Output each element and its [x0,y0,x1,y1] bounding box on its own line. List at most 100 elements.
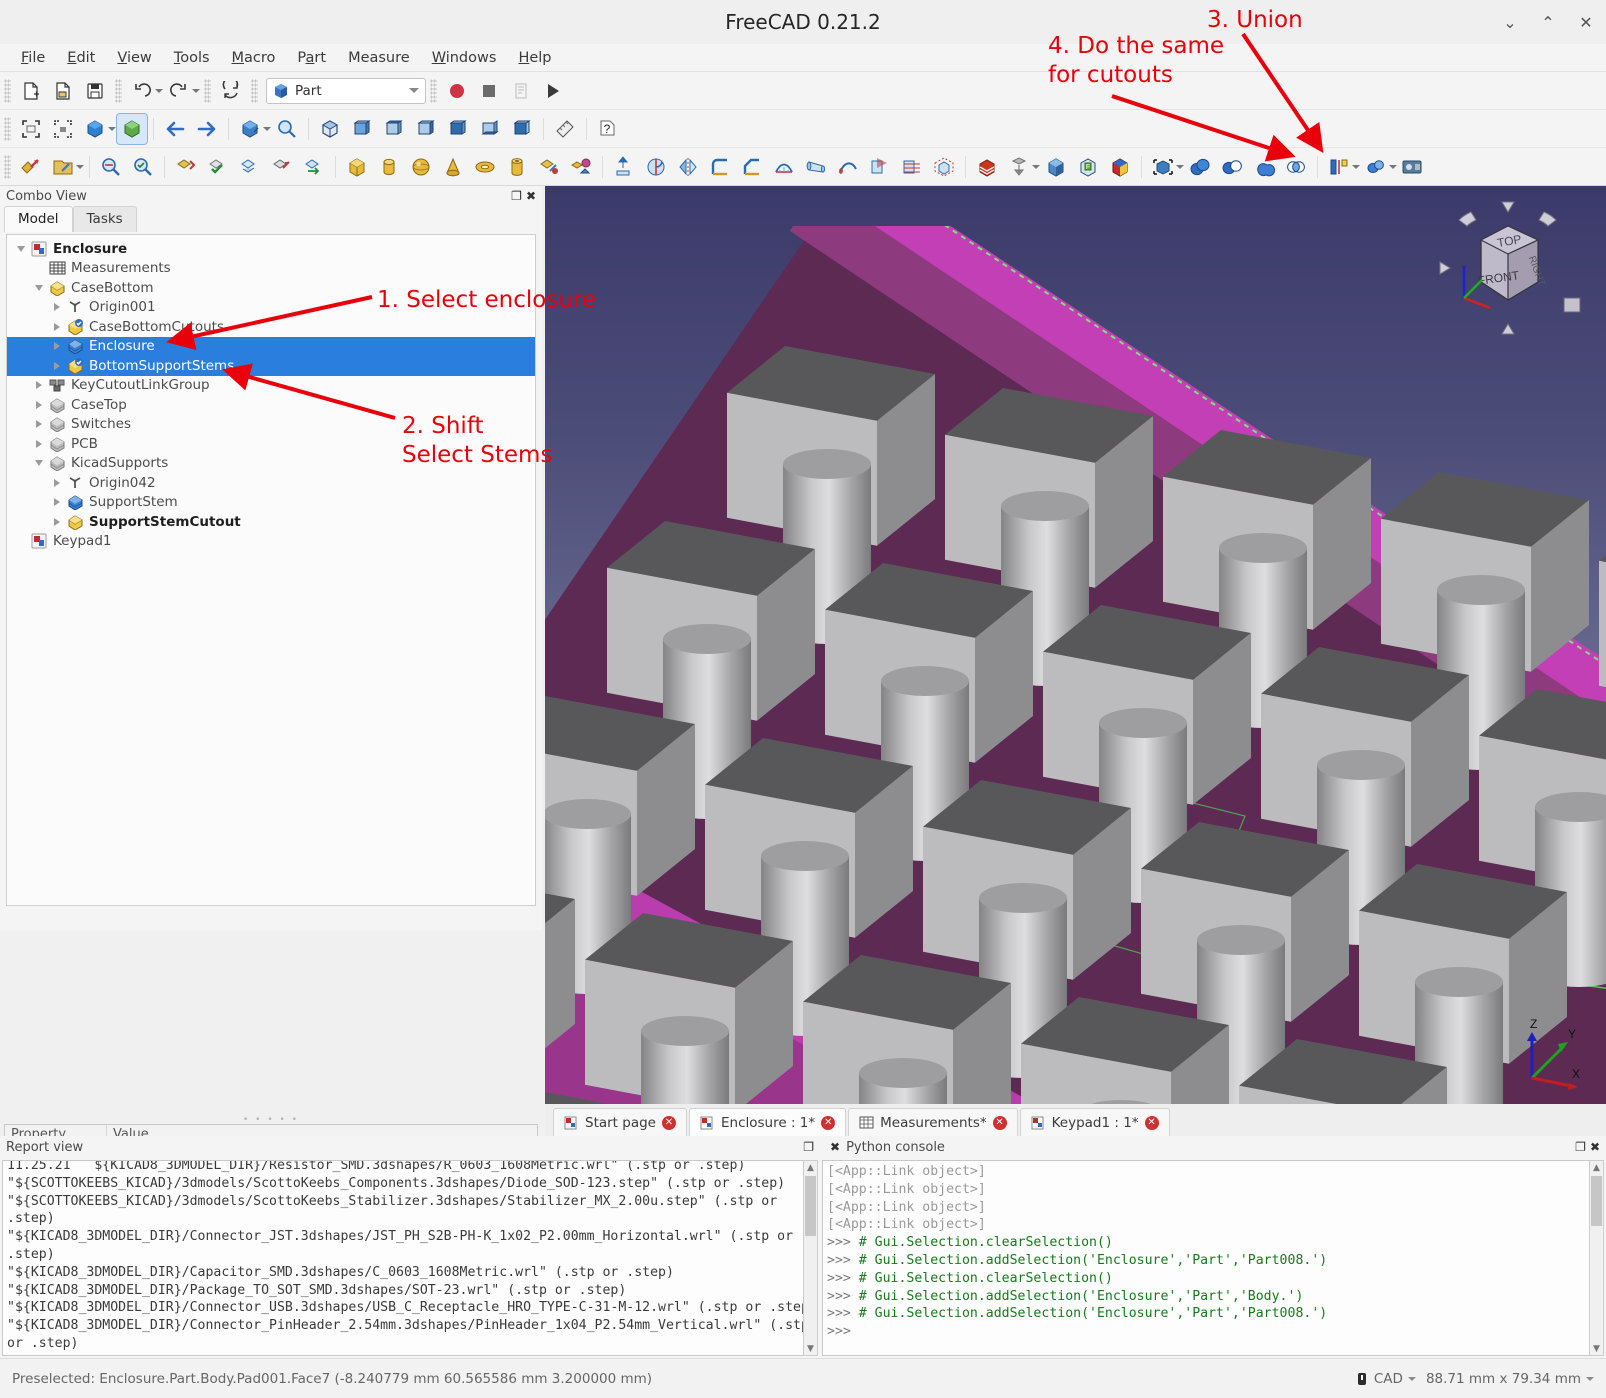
tree-item-supportstem[interactable]: SupportStem [7,493,535,513]
menu-view[interactable]: View [106,47,162,69]
report-scrollbar[interactable]: ▲ ▼ [803,1160,818,1356]
right-view-icon[interactable] [411,114,441,144]
axonometric-icon[interactable] [315,114,345,144]
tree-expander[interactable] [49,298,65,317]
tree-expander[interactable] [31,454,47,473]
tree-expander[interactable] [31,415,47,434]
open-document-icon[interactable] [48,76,78,106]
offset-3d-icon[interactable] [929,152,959,182]
toolbar-grip-refresh[interactable] [204,78,211,103]
std-view-icon[interactable] [235,114,265,144]
thickness-icon[interactable] [972,152,1002,182]
close-icon[interactable]: ✕ [1576,13,1596,32]
import-icon[interactable] [16,152,46,182]
tree-expander[interactable] [49,493,65,512]
menu-windows[interactable]: Windows [421,47,508,69]
mdi-tab-measurements[interactable]: Measurements* ✕ [848,1108,1018,1136]
sweep-icon[interactable] [833,152,863,182]
tree-item-origin042[interactable]: Origin042 [7,473,535,493]
scroll-up-icon[interactable]: ▲ [1590,1161,1603,1174]
toolbar-grip-workbench[interactable] [251,78,258,103]
tree-expander[interactable] [13,532,29,551]
macro-edit-icon[interactable] [506,76,536,106]
close-python-icon[interactable]: ✖ [1590,1140,1600,1154]
color-cube-icon[interactable] [1105,152,1135,182]
tree-item-enclosure[interactable]: Enclosure [7,239,535,259]
toolbar-grip-part[interactable] [4,154,11,179]
menu-measure[interactable]: Measure [337,47,421,69]
rear-view-icon[interactable] [443,114,473,144]
bounding-box-icon[interactable] [1148,152,1178,182]
tree-item-keypad1[interactable]: Keypad1 [7,532,535,552]
maximize-icon[interactable]: ⌃ [1538,13,1558,32]
cross-sections-icon[interactable] [897,152,927,182]
fit-selection-icon[interactable] [48,114,78,144]
close-tab-icon[interactable]: ✕ [821,1115,836,1130]
tube-icon[interactable] [502,152,532,182]
float-python-icon[interactable]: ❐ [1575,1140,1586,1154]
common-icon[interactable] [1281,152,1311,182]
chevron-down-icon[interactable] [1586,1376,1594,1381]
redo-icon[interactable] [164,76,194,106]
close-panel-icon[interactable]: ✖ [526,189,536,203]
left-view-icon[interactable] [507,114,537,144]
undo-icon[interactable] [127,76,157,106]
extrude-icon[interactable] [609,152,639,182]
shape-from-mesh-icon[interactable] [235,152,265,182]
splitting-icon[interactable] [1324,152,1354,182]
front-view-icon[interactable] [347,114,377,144]
compound-icon[interactable] [1361,152,1391,182]
box-icon[interactable] [342,152,372,182]
close-tab-icon[interactable]: ✕ [662,1115,676,1130]
cut-icon[interactable] [1217,152,1247,182]
section-icon[interactable] [865,152,895,182]
close-tab-icon[interactable]: ✕ [992,1115,1007,1130]
workbench-selector[interactable]: Part [266,77,426,104]
minimize-icon[interactable]: ⌄ [1500,13,1520,32]
toolbar-grip-view[interactable] [4,116,11,141]
scroll-up-icon[interactable]: ▲ [804,1161,817,1174]
loft-icon[interactable] [801,152,831,182]
shape-check-icon[interactable] [128,152,158,182]
revolve-icon[interactable] [641,152,671,182]
export-icon[interactable] [48,152,78,182]
check-geometry-icon[interactable] [1398,152,1428,182]
shape-info-icon[interactable] [96,152,126,182]
torus-icon[interactable] [470,152,500,182]
tree-expander[interactable] [49,356,65,375]
mdi-tab-keypad1[interactable]: Keypad1 : 1* ✕ [1019,1108,1170,1136]
toolbar-grip-edit[interactable] [115,78,122,103]
mirror-icon[interactable] [673,152,703,182]
tree-item-enclosure[interactable]: Enclosure [7,336,535,356]
primitives-icon[interactable] [566,152,596,182]
shape-builder-icon[interactable] [534,152,564,182]
tree-item-measurements[interactable]: Measurements [7,259,535,279]
mdi-tab-enclosure[interactable]: Enclosure : 1* ✕ [689,1108,847,1136]
whats-this-icon[interactable]: ? [593,114,623,144]
mdi-tab-start-page[interactable]: Start page ✕ [553,1108,687,1136]
python-scrollbar[interactable]: ▲ ▼ [1589,1160,1604,1356]
3d-viewport[interactable]: TOP FRONT RIGHT Z Y X [545,186,1606,1104]
reverse-shape-icon[interactable] [299,152,329,182]
tree-expander[interactable] [31,395,47,414]
nav-back-icon[interactable] [160,114,190,144]
convert-to-solid-icon[interactable] [267,152,297,182]
cylinder-icon[interactable] [374,152,404,182]
scroll-down-icon[interactable]: ▼ [1590,1342,1603,1355]
report-view-text[interactable]: 11.25.21 ${KICAD8_3DMODEL_DIR}/Resistor_… [2,1160,818,1356]
tree-expander[interactable] [49,473,65,492]
menu-edit[interactable]: Edit [56,47,106,69]
refresh-icon[interactable] [216,76,246,106]
menu-tools[interactable]: Tools [163,47,221,69]
menu-part[interactable]: Part [286,47,337,69]
tree-expander[interactable] [31,278,47,297]
color-per-face-icon[interactable] [1041,152,1071,182]
union-icon[interactable] [1249,152,1279,182]
tree-item-keycutoutlinkgroup[interactable]: KeyCutoutLinkGroup [7,376,535,396]
macro-record-icon[interactable] [442,76,472,106]
scroll-down-icon[interactable]: ▼ [804,1342,817,1355]
toolbar-grip[interactable] [4,78,11,103]
menu-macro[interactable]: Macro [221,47,287,69]
top-view-icon[interactable] [379,114,409,144]
tree-expander[interactable] [49,317,65,336]
